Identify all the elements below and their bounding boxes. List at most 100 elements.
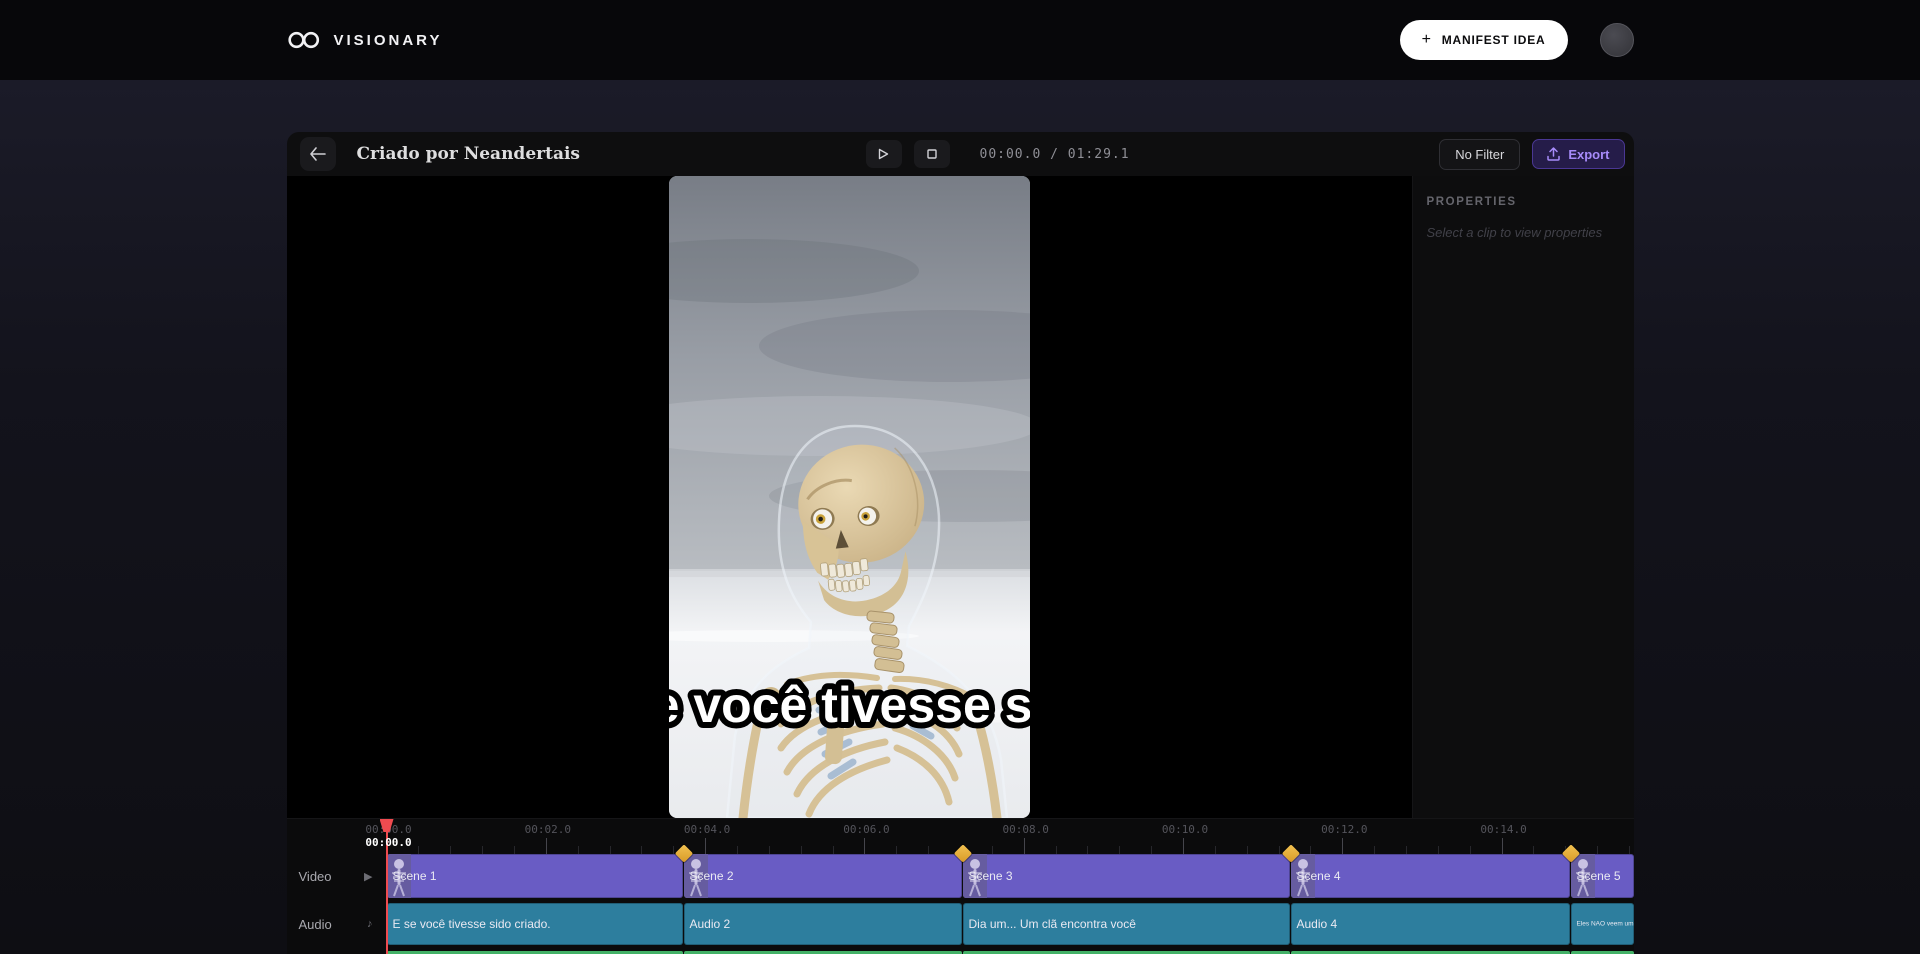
clip-label: Scene 1 xyxy=(393,869,437,883)
manifest-idea-button[interactable]: + MANIFEST IDEA xyxy=(1400,20,1568,60)
ruler-tick xyxy=(992,846,993,854)
ruler-tick xyxy=(546,838,547,854)
ruler-time-label: 00:02.0 xyxy=(525,823,571,836)
ruler-tick xyxy=(1087,846,1088,854)
video-track-lane: Scene 1 Scene 2 Scene 3 Scene 4 Scene 5 xyxy=(387,854,1634,898)
top-nav: VISIONARY + MANIFEST IDEA xyxy=(0,0,1920,80)
video-clip[interactable]: Scene 2 xyxy=(684,854,962,898)
video-canvas: e você tivesse si xyxy=(287,176,1412,818)
ruler-tick xyxy=(1215,846,1216,854)
ruler-tick xyxy=(1533,846,1534,854)
current-time-label: 00:00.0 xyxy=(365,836,411,849)
ruler-time-label: 00:06.0 xyxy=(843,823,889,836)
audio-track-lane: E se você tivesse sido criado. Audio 2 Dia… xyxy=(387,903,1634,945)
audio-clip[interactable]: Dia um... Um clã encontra você xyxy=(963,903,1290,945)
properties-empty-message: Select a clip to view properties xyxy=(1427,225,1620,240)
skeleton-video-still xyxy=(669,176,1030,818)
audio-clip[interactable]: Audio 2 xyxy=(684,903,962,945)
ruler-tick xyxy=(705,838,706,854)
ruler-tick xyxy=(1629,846,1630,854)
upload-icon xyxy=(1547,147,1560,161)
video-preview[interactable]: e você tivesse si xyxy=(669,176,1030,818)
ruler-tick xyxy=(673,846,674,854)
ruler-time-label: 00:10.0 xyxy=(1162,823,1208,836)
video-clip[interactable]: Scene 1 xyxy=(387,854,683,898)
ruler-tick xyxy=(514,846,515,854)
ruler-time-label: 00:14.0 xyxy=(1480,823,1526,836)
back-button[interactable] xyxy=(300,137,336,171)
export-button[interactable]: Export xyxy=(1532,139,1624,169)
play-icon xyxy=(878,148,889,160)
editor-panel: Criado por Neandertais xyxy=(287,132,1634,954)
ruler-tick xyxy=(1470,846,1471,854)
ruler-tick xyxy=(1119,846,1120,854)
ruler-tick xyxy=(1279,846,1280,854)
ruler-tick xyxy=(418,846,419,854)
ruler-tick xyxy=(1247,846,1248,854)
ruler-tick xyxy=(1310,846,1311,854)
clip-label: Dia um... Um clã encontra você xyxy=(969,917,1136,931)
clip-label: Scene 4 xyxy=(1297,869,1341,883)
user-avatar[interactable] xyxy=(1600,23,1634,57)
ruler-time-label: 00:12.0 xyxy=(1321,823,1367,836)
audio-clip[interactable]: Audio 4 xyxy=(1291,903,1570,945)
audio-clip[interactable]: Eles NÃO veem um monstro... xyxy=(1571,903,1634,945)
export-label: Export xyxy=(1568,147,1609,162)
ruler-tick xyxy=(833,846,834,854)
ruler-tick xyxy=(864,838,865,854)
ruler-tick xyxy=(482,846,483,854)
audio-track-icon: ♪ xyxy=(367,918,373,930)
video-track-icon: ▶ xyxy=(364,870,372,883)
ruler-tick xyxy=(1502,838,1503,854)
ruler-tick xyxy=(578,846,579,854)
ruler-tick xyxy=(450,846,451,854)
timeline: 00:00.0 00:00.000:02.000:04.000:06.000:0… xyxy=(287,818,1634,954)
ruler-tick xyxy=(1374,846,1375,854)
ruler-tick xyxy=(1597,846,1598,854)
filter-select-button[interactable]: No Filter xyxy=(1439,139,1520,170)
ruler-tick xyxy=(896,846,897,854)
audio-track-name: Audio xyxy=(299,917,332,932)
ruler-tick xyxy=(769,846,770,854)
ruler-tick xyxy=(1024,838,1025,854)
video-clip[interactable]: Scene 4 xyxy=(1291,854,1570,898)
audio-track-label: Audio ♪ xyxy=(287,903,387,945)
ruler-tick xyxy=(1406,846,1407,854)
ruler-tick xyxy=(610,846,611,854)
video-track-name: Video xyxy=(299,869,332,884)
transport-controls: 00:00.0 / 01:29.1 xyxy=(866,132,1130,176)
ruler-tick xyxy=(1151,846,1152,854)
play-button[interactable] xyxy=(866,140,902,168)
clip-label: Scene 2 xyxy=(690,869,734,883)
brand-name: VISIONARY xyxy=(334,32,443,49)
properties-panel: PROPERTIES Select a clip to view propert… xyxy=(1412,176,1634,818)
arrow-left-icon xyxy=(309,147,326,161)
video-clip[interactable]: Scene 5 xyxy=(1571,854,1634,898)
ruler-tick xyxy=(737,846,738,854)
ruler-tick xyxy=(1342,838,1343,854)
infinity-logo-icon xyxy=(287,31,321,49)
stop-button[interactable] xyxy=(914,140,950,168)
ruler-time-label: 00:04.0 xyxy=(684,823,730,836)
clip-label: Scene 5 xyxy=(1577,869,1621,883)
properties-heading: PROPERTIES xyxy=(1427,196,1620,208)
manifest-idea-label: MANIFEST IDEA xyxy=(1442,33,1546,47)
playhead-line xyxy=(386,831,388,954)
ruler-tick xyxy=(801,846,802,854)
brand-logo: VISIONARY xyxy=(287,31,443,49)
audio-clip[interactable]: E se você tivesse sido criado. xyxy=(387,903,683,945)
stop-icon xyxy=(927,149,937,159)
video-track-label: Video ▶ xyxy=(287,854,387,898)
clip-label: Audio 4 xyxy=(1297,917,1338,931)
ruler-tick xyxy=(928,846,929,854)
ruler-tick xyxy=(641,846,642,854)
clip-label: Eles NÃO veem um monstro... xyxy=(1577,921,1634,928)
ruler-time-label: 00:08.0 xyxy=(1003,823,1049,836)
clip-label: Scene 3 xyxy=(969,869,1013,883)
timeline-ruler[interactable]: 00:00.0 00:00.000:02.000:04.000:06.000:0… xyxy=(387,819,1634,854)
timecode-display: 00:00.0 / 01:29.1 xyxy=(980,147,1130,162)
video-clip[interactable]: Scene 3 xyxy=(963,854,1290,898)
clip-label: Audio 2 xyxy=(690,917,731,931)
clip-label: E se você tivesse sido criado. xyxy=(393,917,551,931)
editor-header: Criado por Neandertais xyxy=(287,132,1634,176)
